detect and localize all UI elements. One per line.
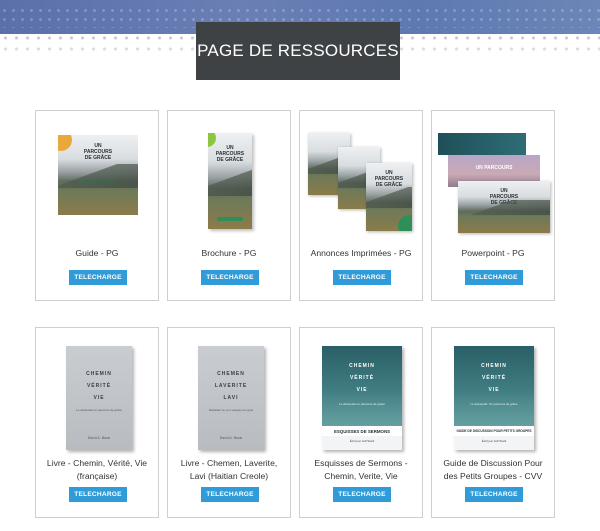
cover-brand-text: UN PARCOURS xyxy=(448,165,540,171)
slide-image: UN PARCOURS DE GRÂCE xyxy=(458,181,550,233)
resource-label: Guide - PG xyxy=(75,248,119,258)
download-button[interactable]: TELECHARGE xyxy=(69,270,127,285)
resource-card-guide: UN PARCOURS DE GRÂCE Guide - PG TELECHAR… xyxy=(35,110,159,301)
book-title: CHEMEN LAVERITE LAVI xyxy=(198,368,264,404)
cover-brand-line: DE GRÂCE xyxy=(216,156,244,163)
download-button[interactable]: TELECHARGE xyxy=(465,487,523,502)
book-cover: CHEMEN LAVERITE LAVI Disipilant se yon v… xyxy=(198,346,264,450)
book-title: CHEMIN VÉRITÉ VIE xyxy=(322,360,402,396)
livre-francaise-thumbnail: CHEMIN VÉRITÉ VIE Le discipulat un parco… xyxy=(36,336,158,456)
resource-label: Annonces Imprimées - PG xyxy=(310,248,412,258)
book-band: ESQUISSES DE SERMONS xyxy=(322,426,402,436)
book-subtitle: Le discipulat un parcours de grâce xyxy=(76,408,122,412)
book-title-line: CHEMIN xyxy=(349,363,375,369)
livre-creole-thumbnail: CHEMEN LAVERITE LAVI Disipilant se yon v… xyxy=(168,336,290,456)
cover-brand-text: UN PARCOURS DE GRÂCE xyxy=(366,170,412,188)
download-button[interactable]: TELECHARGE xyxy=(69,487,127,502)
cover-brand-line: UN xyxy=(475,164,483,171)
book-title-line: VÉRITÉ xyxy=(86,383,112,389)
annonces-thumbnail: UN PARCOURS DE GRÂCE xyxy=(300,119,422,239)
download-button[interactable]: TELECHARGE xyxy=(465,270,523,285)
brochure-cover-image: UN PARCOURS DE GRÂCE xyxy=(208,133,252,229)
book-title: CHEMIN VÉRITÉ VIE xyxy=(454,360,534,396)
cover-brand-text: UN PARCOURS DE GRÂCE xyxy=(58,143,138,161)
flyer-image: UN PARCOURS DE GRÂCE xyxy=(366,163,412,231)
esquisses-thumbnail: CHEMIN VÉRITÉ VIE Le discipulat un parco… xyxy=(300,336,422,456)
accent-blob xyxy=(398,215,412,231)
book-title-line: CHEMIN xyxy=(86,371,112,377)
book-title-line: VIE xyxy=(356,387,368,393)
guide-thumbnail: UN PARCOURS DE GRÂCE xyxy=(36,119,158,239)
guide-cover-image: UN PARCOURS DE GRÂCE xyxy=(58,135,138,215)
book-subtitle: Disipilant se yon vwayaj nan gras xyxy=(208,408,254,412)
download-button[interactable]: TELECHARGE xyxy=(201,487,259,502)
mountain-shape xyxy=(366,187,412,208)
resource-card-livre-francaise: CHEMIN VÉRITÉ VIE Le discipulat un parco… xyxy=(35,327,159,518)
book-title-line: VÉRITÉ xyxy=(349,375,375,381)
resource-label: Powerpoint - PG xyxy=(461,248,525,258)
powerpoint-thumbnail: UN PARCOURS UN PARCOURS DE GRÂCE xyxy=(432,119,554,239)
page-title-text: PAGE DE RESSOURCES xyxy=(197,41,399,60)
book-cover: CHEMIN VÉRITÉ VIE Le discipulat un parco… xyxy=(66,346,132,450)
page-title: PAGE DE RESSOURCES xyxy=(196,22,400,80)
resource-label: Guide de Discussion Pour des Petits Grou… xyxy=(443,458,543,481)
book-cover: CHEMIN VÉRITÉ VIE Le discipulat: Un parc… xyxy=(454,346,534,450)
resource-card-brochure: UN PARCOURS DE GRÂCE Brochure - PG TELEC… xyxy=(167,110,291,301)
book-band: GUIDE DE DISCUSSION POUR PETITS GROUPES xyxy=(454,426,534,436)
slide-image xyxy=(438,133,526,155)
book-subtitle: Le discipulat un parcours de grâce xyxy=(339,402,385,406)
book-title-line: VIE xyxy=(488,387,500,393)
book-cover: CHEMIN VÉRITÉ VIE Le discipulat un parco… xyxy=(322,346,402,450)
download-button[interactable]: TELECHARGE xyxy=(201,270,259,285)
cover-green-bar xyxy=(216,217,244,222)
mountain-shape xyxy=(208,167,252,197)
mountain-shape xyxy=(58,163,138,188)
book-title-line: LAVERITE xyxy=(214,383,248,389)
resource-label: Livre - Chemen, Laverite, Lavi (Haitian … xyxy=(180,458,278,481)
resource-card-annonces: UN PARCOURS DE GRÂCE Annonces Imprimées … xyxy=(299,110,423,301)
cover-brand-text: UN PARCOURS DE GRÂCE xyxy=(208,145,252,163)
resource-card-esquisses: CHEMIN VÉRITÉ VIE Le discipulat un parco… xyxy=(299,327,423,518)
book-title-line: CHEMEN xyxy=(217,371,245,377)
book-title-line: VÉRITÉ xyxy=(481,375,507,381)
book-title: CHEMIN VÉRITÉ VIE xyxy=(66,368,132,404)
cover-brand-line: DE GRÂCE xyxy=(84,155,112,161)
resource-card-powerpoint: UN PARCOURS UN PARCOURS DE GRÂCE Powerpo… xyxy=(431,110,555,301)
guide-discussion-thumbnail: CHEMIN VÉRITÉ VIE Le discipulat: Un parc… xyxy=(432,336,554,456)
book-subtitle: Le discipulat: Un parcours de grâce xyxy=(470,402,518,406)
book-title-line: VIE xyxy=(93,395,105,401)
download-button[interactable]: TELECHARGE xyxy=(333,487,391,502)
resource-label: Brochure - PG xyxy=(201,248,257,258)
mountain-shape xyxy=(458,199,550,216)
resource-grid: UN PARCOURS DE GRÂCE Guide - PG TELECHAR… xyxy=(35,110,567,518)
book-band-author: Écrit par Jeff Stark xyxy=(454,436,534,450)
resource-card-guide-discussion: CHEMIN VÉRITÉ VIE Le discipulat: Un parc… xyxy=(431,327,555,518)
book-author: David A. Busic xyxy=(87,436,111,440)
brochure-thumbnail: UN PARCOURS DE GRÂCE xyxy=(168,119,290,239)
book-title-line: CHEMIN xyxy=(481,363,507,369)
download-button[interactable]: TELECHARGE xyxy=(333,270,391,285)
book-author: David A. Busic xyxy=(219,436,243,440)
cover-brand-line: PARCOURS xyxy=(484,164,513,171)
resource-card-livre-creole: CHEMEN LAVERITE LAVI Disipilant se yon v… xyxy=(167,327,291,518)
book-title-line: LAVI xyxy=(223,395,239,401)
resource-label: Esquisses de Sermons - Chemin, Verite, V… xyxy=(314,458,408,481)
book-band-author: Écrit par Jeff Stark xyxy=(322,436,402,450)
resource-label: Livre - Chemin, Vérité, Vie (française) xyxy=(46,458,148,481)
